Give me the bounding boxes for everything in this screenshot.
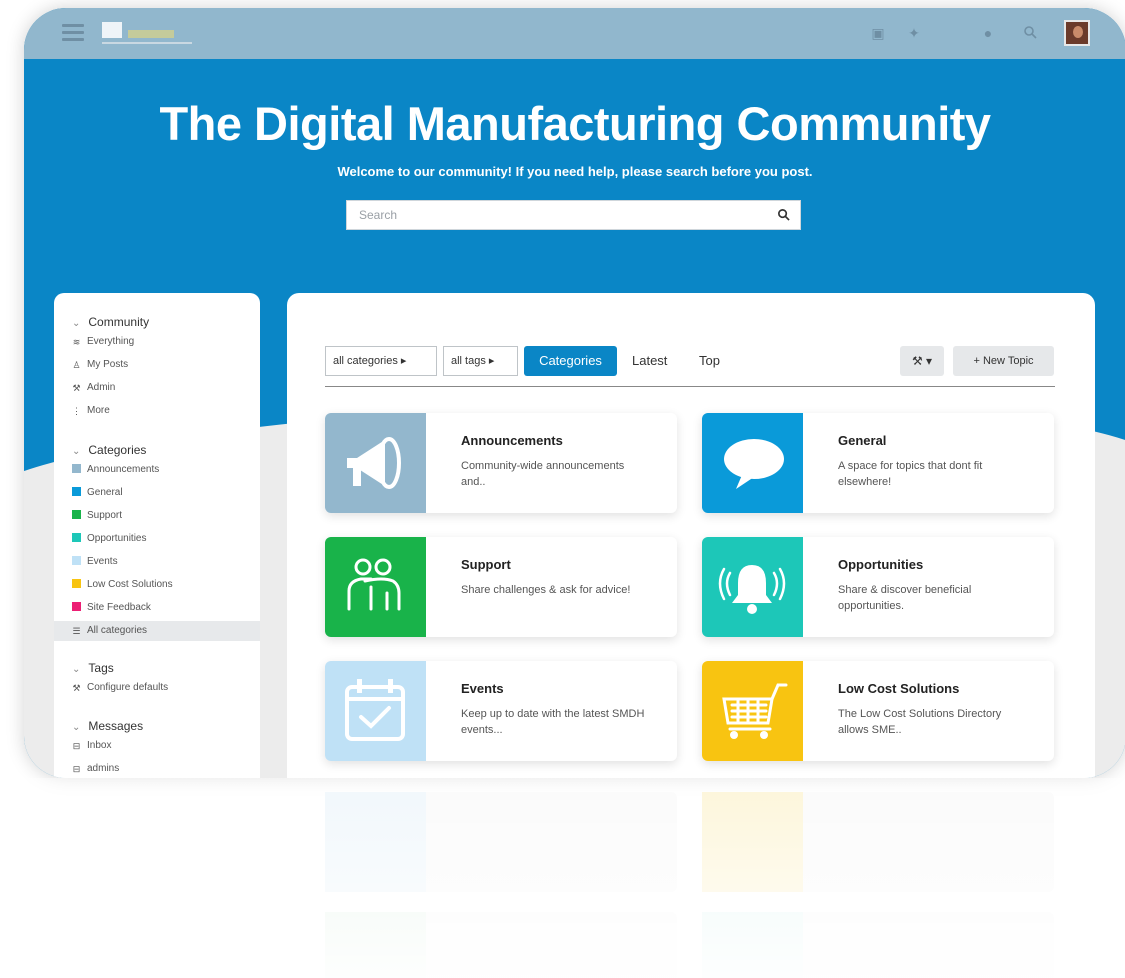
user-icon: ♙ xyxy=(72,360,81,370)
more-vertical-icon: ⋮ xyxy=(72,406,81,416)
category-card-support[interactable]: Support Share challenges & ask for advic… xyxy=(325,537,677,637)
calendar-check-icon xyxy=(325,661,426,761)
bell-icon xyxy=(702,537,803,637)
tab-categories[interactable]: Categories xyxy=(524,346,617,376)
speech-bubble-icon xyxy=(702,413,803,513)
avatar[interactable] xyxy=(1064,20,1090,46)
category-swatch xyxy=(72,602,81,611)
page-subtitle: Welcome to our community! If you need he… xyxy=(337,164,813,179)
category-description: Share challenges & ask for advice! xyxy=(461,584,631,596)
search-icon[interactable] xyxy=(777,208,790,224)
layers-icon: ≋ xyxy=(72,337,81,347)
search-input[interactable] xyxy=(357,207,761,223)
tab-latest[interactable]: Latest xyxy=(632,346,667,376)
category-title: Announcements xyxy=(461,433,563,448)
category-title: Opportunities xyxy=(838,557,924,572)
category-description: Community-wide announcements and.. xyxy=(461,460,625,488)
main-panel: all categories ▸ all tags ▸ Categories L… xyxy=(287,293,1095,778)
new-topic-button[interactable]: + New Topic xyxy=(953,346,1054,376)
sidebar-section-tags[interactable]: ⌄ Tags xyxy=(72,661,114,675)
sidebar-item-events[interactable]: Events xyxy=(72,552,260,572)
reflection-fade xyxy=(24,778,1125,978)
sidebar-item-more[interactable]: ⋮ More xyxy=(72,401,260,421)
inbox-icon: ⊟ xyxy=(72,741,81,751)
category-swatch xyxy=(72,556,81,565)
category-card-events[interactable]: Events Keep up to date with the latest S… xyxy=(325,661,677,761)
categories-dropdown[interactable]: all categories ▸ xyxy=(325,346,437,376)
category-swatch xyxy=(72,510,81,519)
sidebar-item-opportunities[interactable]: Opportunities xyxy=(72,529,260,549)
github-icon[interactable]: ▣ xyxy=(870,25,886,41)
sidebar-item-configure-defaults[interactable]: ⚒ Configure defaults xyxy=(72,678,260,698)
wrench-icon: ⚒ xyxy=(72,683,81,693)
category-title: Low Cost Solutions xyxy=(838,681,960,696)
tags-dropdown[interactable]: all tags ▸ xyxy=(443,346,518,376)
category-swatch xyxy=(72,464,81,473)
category-nav: all categories ▸ all tags ▸ Categories L… xyxy=(325,346,1055,387)
category-title: Events xyxy=(461,681,504,696)
twitter-icon[interactable]: ✦ xyxy=(906,25,922,41)
category-card-general[interactable]: General A space for topics that dont fit… xyxy=(702,413,1054,513)
app-window: ▣ ✦ ● The Digital Manufacturing Communit… xyxy=(24,8,1125,778)
chat-icon[interactable]: ● xyxy=(980,25,996,41)
category-description: Keep up to date with the latest SMDH eve… xyxy=(461,708,645,736)
search-box[interactable] xyxy=(346,200,801,230)
menu-icon[interactable] xyxy=(62,24,84,42)
sidebar-item-everything[interactable]: ≋ Everything xyxy=(72,332,260,352)
sidebar-item-site-feedback[interactable]: Site Feedback xyxy=(72,598,260,618)
sidebar-item-general[interactable]: General xyxy=(72,483,260,503)
screenshot-reflection xyxy=(24,778,1125,978)
top-bar: ▣ ✦ ● xyxy=(24,8,1125,59)
tab-top[interactable]: Top xyxy=(699,346,720,376)
category-title: General xyxy=(838,433,887,448)
sidebar-item-my-posts[interactable]: ♙ My Posts xyxy=(72,355,260,375)
category-swatch xyxy=(72,487,81,496)
sidebar: ⌄ Community ≋ Everything ♙ My Posts ⚒ Admin … xyxy=(54,293,260,778)
category-swatch xyxy=(72,533,81,542)
sidebar-section-community[interactable]: ⌄ Community xyxy=(72,315,149,329)
search-icon[interactable] xyxy=(1020,25,1040,41)
inbox-icon: ⊟ xyxy=(72,764,81,774)
site-logo[interactable] xyxy=(102,22,202,46)
sidebar-item-inbox[interactable]: ⊟ Inbox xyxy=(72,736,260,756)
sidebar-item-admins[interactable]: ⊟ admins xyxy=(72,759,260,778)
category-card-low-cost-solutions[interactable]: Low Cost Solutions The Low Cost Solution… xyxy=(702,661,1054,761)
list-icon: ☰ xyxy=(72,626,81,636)
shopping-cart-icon xyxy=(702,661,803,761)
page-title: The Digital Manufacturing Community xyxy=(159,97,991,150)
category-swatch xyxy=(72,579,81,588)
caret-right-icon: ▸ xyxy=(400,355,407,367)
category-card-announcements[interactable]: Announcements Community-wide announcemen… xyxy=(325,413,677,513)
megaphone-icon xyxy=(325,413,426,513)
people-support-icon xyxy=(325,537,426,637)
sidebar-item-low-cost-solutions[interactable]: Low Cost Solutions xyxy=(72,575,260,595)
category-description: The Low Cost Solutions Directory allows … xyxy=(838,708,1002,736)
sidebar-item-announcements[interactable]: Announcements xyxy=(72,460,260,480)
category-card-opportunities[interactable]: Opportunities Share & discover beneficia… xyxy=(702,537,1054,637)
caret-right-icon: ▸ xyxy=(488,355,495,367)
category-description: Share & discover beneficial opportunitie… xyxy=(838,584,972,612)
sidebar-item-admin[interactable]: ⚒ Admin xyxy=(72,378,260,398)
admin-wrench-button[interactable]: ⚒ ▾ xyxy=(900,346,944,376)
sidebar-item-all-categories[interactable]: ☰ All categories xyxy=(54,621,260,641)
wrench-icon: ⚒ xyxy=(72,383,81,393)
sidebar-section-categories[interactable]: ⌄ Categories xyxy=(72,443,146,457)
category-description: A space for topics that dont fit elsewhe… xyxy=(838,460,983,488)
category-title: Support xyxy=(461,557,511,572)
sidebar-section-messages[interactable]: ⌄ Messages xyxy=(72,719,143,733)
sidebar-item-support[interactable]: Support xyxy=(72,506,260,526)
